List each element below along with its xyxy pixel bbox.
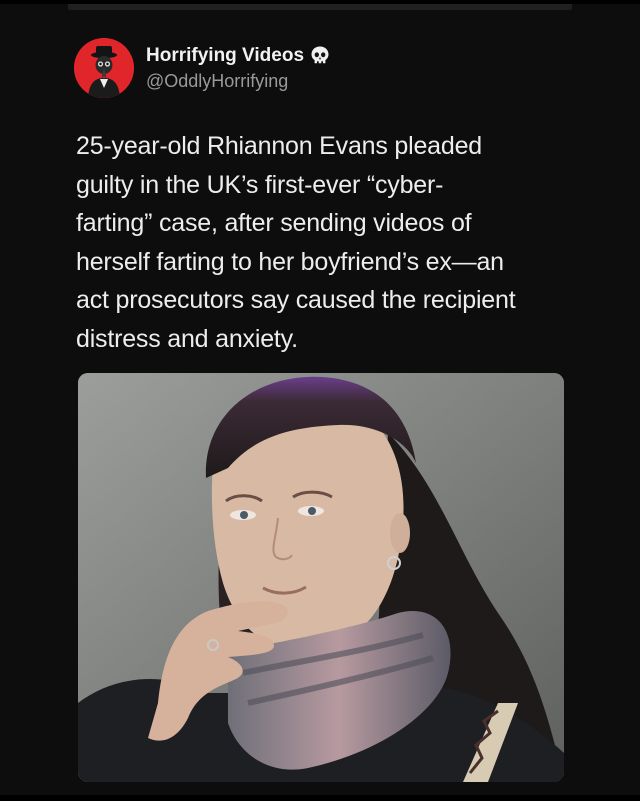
post-header: Horrifying Videos @OddlyHorrifying bbox=[74, 38, 554, 100]
photo-woman-scarf-image bbox=[78, 373, 564, 782]
avatar-figure-icon bbox=[74, 38, 134, 98]
user-handle[interactable]: @OddlyHorrifying bbox=[146, 69, 330, 93]
post-photo[interactable] bbox=[78, 373, 564, 782]
post-text: 25-year-old Rhiannon Evans pleaded guilt… bbox=[76, 132, 516, 353]
author-block[interactable]: Horrifying Videos @OddlyHorrifying bbox=[146, 44, 330, 93]
display-name[interactable]: Horrifying Videos bbox=[146, 44, 304, 68]
post-card: Horrifying Videos @OddlyHorrifying 25-ye… bbox=[0, 0, 640, 801]
bottom-edge bbox=[0, 795, 640, 801]
top-divider bbox=[68, 4, 572, 10]
skull-icon bbox=[310, 45, 330, 67]
avatar[interactable] bbox=[74, 38, 134, 98]
display-name-row: Horrifying Videos bbox=[146, 44, 330, 68]
